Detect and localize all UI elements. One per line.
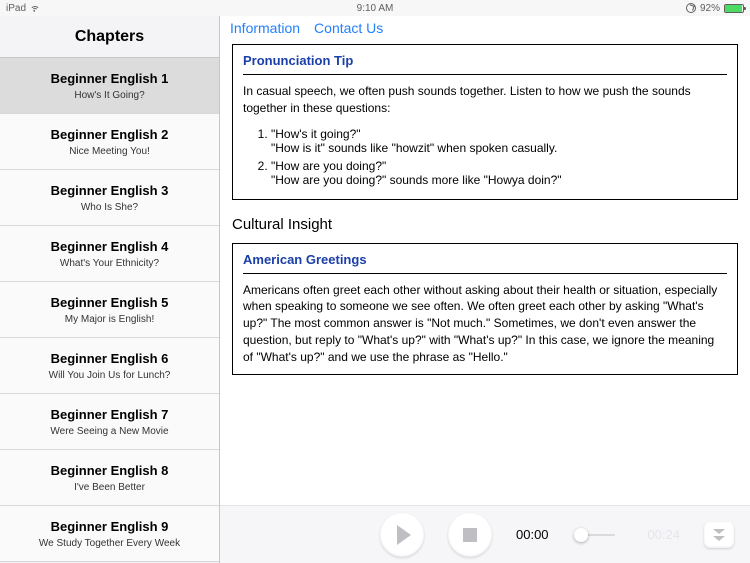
chapters-sidebar: Chapters Beginner English 1 How's It Goin… [0,16,220,563]
sidebar-item-chapter[interactable]: Beginner English 3 Who Is She? [0,170,219,226]
device-label: iPad [6,3,26,14]
content-pane: Information Contact Us Pronunciation Tip… [220,16,750,563]
current-time: 00:00 [516,527,549,542]
american-greetings-body: Americans often greet each other without… [243,282,727,366]
chapter-title: Beginner English 6 [51,351,169,366]
status-left: iPad [6,3,40,14]
sidebar-item-chapter[interactable]: Beginner English 4 What's Your Ethnicity? [0,226,219,282]
example-question: "How's it going?" [271,127,727,141]
pronunciation-tip-card: Pronunciation Tip In casual speech, we o… [232,44,738,200]
chapter-title: Beginner English 2 [51,127,169,142]
stop-button[interactable] [448,513,492,557]
sidebar-item-chapter[interactable]: Beginner English 8 I've Been Better [0,450,219,506]
chapter-subtitle: How's It Going? [74,90,144,101]
wifi-icon [30,4,40,12]
sidebar-item-chapter[interactable]: Beginner English 9 We Study Together Ever… [0,506,219,562]
status-bar: iPad 9:10 AM 92% [0,0,750,16]
pronunciation-tip-intro: In casual speech, we often push sounds t… [243,83,727,117]
chapter-title: Beginner English 4 [51,239,169,254]
clock: 9:10 AM [357,3,394,14]
chapter-title: Beginner English 5 [51,295,169,310]
example-answer: "How is it" sounds like "howzit" when sp… [271,141,727,155]
chevron-down-icon [713,529,725,534]
chapters-list[interactable]: Beginner English 1How's It Going?Beginne… [0,58,219,563]
orientation-lock-icon [686,3,696,13]
seek-slider[interactable] [581,534,616,536]
chapter-title: Beginner English 9 [51,519,169,534]
sidebar-item-chapter[interactable]: Beginner English 2 Nice Meeting You! [0,114,219,170]
chapter-subtitle: I've Been Better [74,482,145,493]
pronunciation-list: "How's it going?" "How is it" sounds lik… [271,127,727,187]
chapter-title: Beginner English 7 [51,407,169,422]
play-icon [397,525,411,545]
chapter-subtitle: Nice Meeting You! [69,146,150,157]
chapter-subtitle: What's Your Ethnicity? [60,258,159,269]
sidebar-item-chapter[interactable]: Beginner English 6 Will You Join Us for L… [0,338,219,394]
example-answer: "How are you doing?" sounds more like "H… [271,173,727,187]
play-button[interactable] [380,513,424,557]
sidebar-item-chapter[interactable]: Beginner English 1 How's It Going? [0,58,219,114]
sidebar-item-chapter[interactable]: Beginner English 7 Were Seeing a New Movi… [0,394,219,450]
chapter-subtitle: Who Is She? [81,202,138,213]
duration: 00:24 [647,527,680,542]
list-item: "How are you doing?" "How are you doing?… [271,159,727,187]
status-right: 92% [686,3,744,14]
list-item: "How's it going?" "How is it" sounds lik… [271,127,727,155]
chevron-down-icon [713,536,725,541]
sidebar-title: Chapters [0,16,219,58]
stop-icon [463,528,477,542]
content-scroll[interactable]: Pronunciation Tip In casual speech, we o… [220,44,750,505]
cultural-insight-card: American Greetings Americans often greet… [232,243,738,375]
sidebar-item-chapter[interactable]: Beginner English 5 My Major is English! [0,282,219,338]
chapter-subtitle: My Major is English! [65,314,154,325]
chapter-subtitle: We Study Together Every Week [39,538,180,549]
battery-percent: 92% [700,3,720,14]
example-question: "How are you doing?" [271,159,727,173]
battery-icon [724,4,744,13]
pronunciation-tip-heading: Pronunciation Tip [243,53,727,75]
chapter-title: Beginner English 8 [51,463,169,478]
seek-thumb[interactable] [574,528,588,542]
tab-contact-us[interactable]: Contact Us [314,20,383,36]
audio-player: 00:00 00:24 [220,505,750,563]
chapter-subtitle: Were Seeing a New Movie [50,426,168,437]
chapter-subtitle: Will You Join Us for Lunch? [49,370,171,381]
tab-information[interactable]: Information [230,20,300,36]
chapter-title: Beginner English 1 [51,71,169,86]
collapse-button[interactable] [704,522,734,548]
american-greetings-heading: American Greetings [243,252,727,274]
cultural-insight-title: Cultural Insight [232,216,738,233]
chapter-title: Beginner English 3 [51,183,169,198]
top-tabs: Information Contact Us [220,16,750,44]
